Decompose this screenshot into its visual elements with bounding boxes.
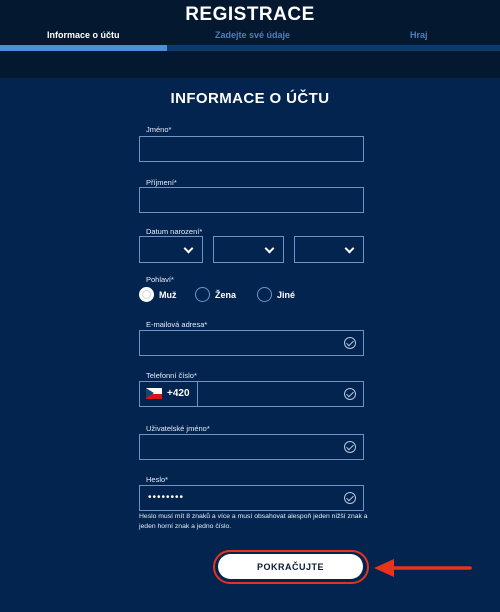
gender-option-label: Jiné [277,290,296,300]
radio-selected-icon [139,287,154,302]
phone-input[interactable]: +420 [139,381,364,407]
birth-month-select[interactable] [213,236,284,263]
step-play: Hraj [410,30,428,40]
check-circle-icon [344,337,356,349]
check-circle-icon [344,492,356,504]
section-title: INFORMACE O ÚČTU [170,90,330,107]
chevron-down-icon [344,243,355,254]
red-arrow-icon [374,559,472,577]
email-input[interactable] [139,330,364,356]
birth-date-label: Datum narození* [146,227,203,236]
gender-label: Pohlaví* [146,275,174,284]
birth-day-select[interactable] [139,236,203,263]
username-label: Uživatelské jméno* [146,424,210,433]
radio-unselected-icon [195,287,210,302]
continue-button[interactable]: POKRAČUJTE [218,554,363,579]
email-label: E-mailová adresa* [146,320,208,329]
step-indicator: Informace o účtu Zadejte své údaje Hraj [0,30,500,44]
username-input[interactable] [139,434,364,460]
check-circle-icon [344,388,356,400]
password-label: Heslo* [146,475,169,484]
last-name-label: Příjmení* [146,178,177,187]
gender-radio-group: Muž Žena Jiné [139,287,364,305]
password-hint: Heslo musí mít 8 znaků a více a musí obs… [139,513,368,530]
password-value: •••••••• [148,492,185,503]
gender-option-label: Muž [159,290,177,300]
check-circle-icon [344,441,356,453]
chevron-down-icon [264,243,275,254]
progress-bar-fill [0,45,167,51]
birth-year-select[interactable] [294,236,364,263]
first-name-label: Jméno* [146,125,172,134]
step-your-details: Zadejte své údaje [215,30,291,40]
page-title: REGISTRACE [185,4,315,25]
last-name-input[interactable] [139,187,364,213]
first-name-input[interactable] [139,136,364,162]
gender-option-other[interactable]: Jiné [257,287,312,305]
password-input[interactable]: •••••••• [139,485,364,511]
progress-bar [0,45,500,51]
chevron-down-icon [183,243,194,254]
dial-code: +420 [167,388,190,399]
gender-option-label: Žena [215,290,237,300]
phone-label: Telefonní číslo* [146,371,197,380]
gender-option-female[interactable]: Žena [195,287,250,305]
radio-unselected-icon [257,287,272,302]
czech-flag-icon [146,388,162,399]
step-account-info: Informace o účtu [47,30,120,40]
header-bar: REGISTRACE Informace o účtu Zadejte své … [0,0,500,78]
gender-option-male[interactable]: Muž [139,287,189,305]
country-code-select[interactable]: +420 [140,382,198,406]
